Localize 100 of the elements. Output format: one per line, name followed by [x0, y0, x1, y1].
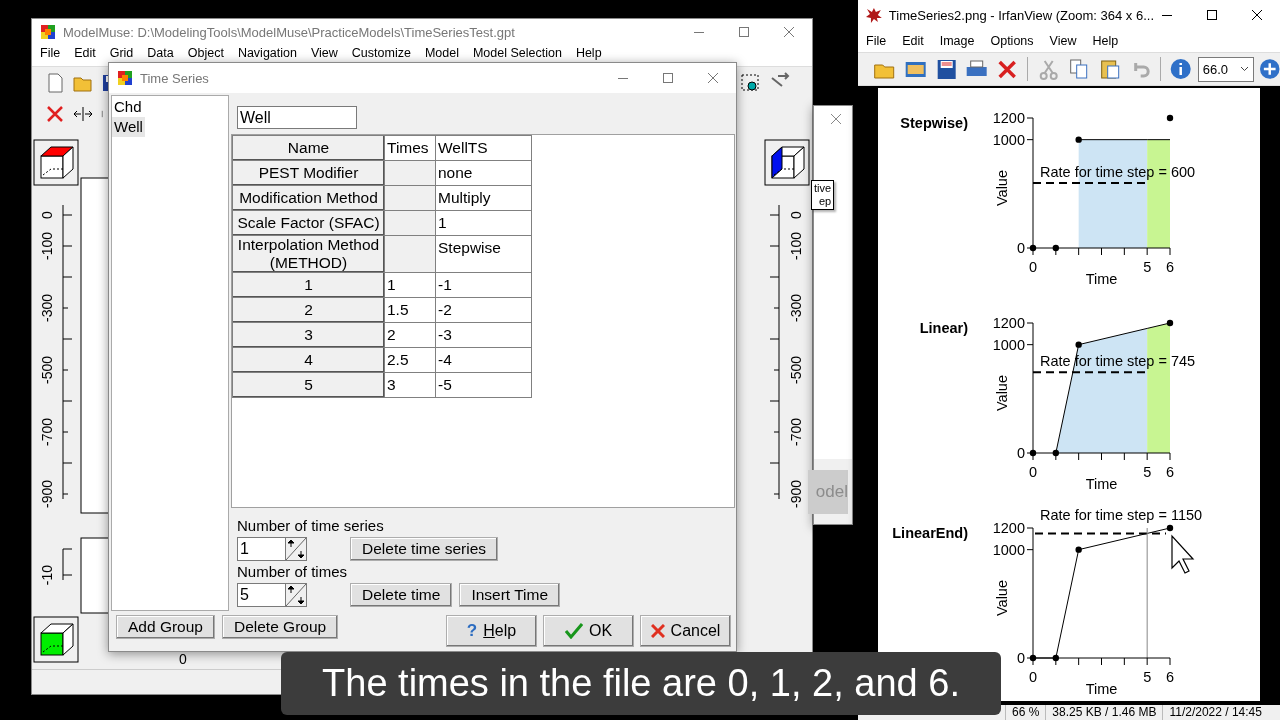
ruler-label: -500: [39, 356, 55, 384]
app-icon: [40, 24, 56, 40]
menu-item[interactable]: File: [40, 46, 61, 60]
window-title: ModelMuse: D:\ModelingTools\ModelMuse\PracticeModels\TimeSeriesTest.gpt: [63, 24, 516, 40]
tick-label: 1200: [992, 520, 1025, 536]
ruler-scale: [62, 548, 73, 581]
data-point: [1166, 114, 1174, 122]
spin-icon[interactable]: [285, 537, 307, 561]
data-point: [1029, 449, 1037, 457]
ruler-label: -10: [39, 564, 55, 586]
data-point: [1075, 136, 1082, 143]
menu-item[interactable]: Edit: [74, 46, 96, 60]
data-point: [1166, 319, 1174, 327]
menu-item[interactable]: View: [1041, 34, 1085, 48]
data-point: [1166, 524, 1174, 532]
group-button[interactable]: Delete Group: [221, 615, 339, 639]
rate-label: Rate for time step = 600: [1040, 164, 1196, 180]
tooltip: tive ep: [811, 180, 835, 210]
insert-time-button[interactable]: Insert Time: [459, 583, 561, 607]
cancel-icon: [650, 624, 665, 638]
table-cell: -4: [436, 348, 531, 372]
column-header: WellTS: [436, 136, 531, 160]
menu-item[interactable]: Image: [931, 34, 983, 48]
tick-label: 0: [1016, 240, 1025, 256]
table-cell: -3: [436, 323, 531, 347]
info-icon[interactable]: [1169, 58, 1193, 80]
group-button[interactable]: Add Group: [116, 615, 215, 639]
menu-item[interactable]: Edit: [894, 34, 932, 48]
ruler-label: -900: [788, 480, 804, 508]
count-field[interactable]: 1: [237, 537, 285, 561]
check-icon: [564, 623, 583, 639]
menu-item[interactable]: Model Selection: [472, 46, 562, 60]
table-cell: -5: [436, 373, 531, 397]
menu-item[interactable]: Grid: [109, 46, 134, 60]
tick-label: 5: [1143, 669, 1152, 685]
list-item[interactable]: Chd: [112, 97, 144, 117]
close-icon[interactable]: [1251, 9, 1263, 21]
table-cell: 2: [385, 323, 435, 347]
ok-button[interactable]: OK: [543, 615, 634, 647]
row-header: 2: [233, 298, 384, 322]
cancel-button[interactable]: Cancel: [640, 615, 731, 647]
data-point: [1029, 244, 1037, 252]
tick-label: 6: [1165, 464, 1175, 480]
cube-icon[interactable]: [33, 139, 79, 186]
status-text: 66 %: [1005, 705, 1046, 720]
list-item[interactable]: Well: [112, 117, 145, 137]
help-button[interactable]: ? Help: [446, 615, 537, 647]
delete-series-button[interactable]: Delete time series: [350, 537, 499, 561]
delete-time-button[interactable]: Delete time: [350, 583, 453, 607]
axis-label: 0: [179, 651, 187, 667]
ruler-label: 0: [788, 211, 804, 219]
row-header: 4: [233, 348, 384, 372]
cube-icon[interactable]: [764, 139, 810, 186]
data-point: [1029, 654, 1037, 662]
status-text: 38.25 KB / 1.46 MB: [1045, 705, 1163, 720]
tick-label: 0: [1028, 259, 1038, 275]
count-field[interactable]: 5: [237, 583, 285, 607]
table-cell: 3: [385, 373, 435, 397]
table-cell: [385, 186, 435, 210]
tick-label: 1000: [992, 541, 1025, 558]
splat-icon: [866, 7, 882, 23]
zoom-dropdown[interactable]: 66.0: [1197, 56, 1254, 82]
tick-label: 0: [1016, 445, 1025, 461]
menu-item[interactable]: View: [310, 46, 338, 60]
row-header: 5: [233, 373, 384, 397]
column-header: Times: [385, 136, 435, 160]
row-header: Modification Method: [233, 186, 384, 210]
window-title: TimeSeries2.png - IrfanView (Zoom: 364 x 6...: [888, 7, 1154, 23]
ruler-label: -100: [788, 232, 804, 260]
zoom-in-icon[interactable]: [1258, 58, 1280, 80]
row-header: Scale Factor (SFAC): [233, 211, 384, 235]
table-cell: 1: [385, 273, 435, 297]
name-field[interactable]: Well: [237, 106, 357, 129]
rate-label: Rate for time step = 745: [1040, 353, 1196, 370]
menu-item[interactable]: Customize: [351, 46, 411, 60]
status-text: 11/2/2022 / 14:45: [1162, 705, 1268, 720]
tick-label: 6: [1165, 259, 1175, 275]
ruler-label: -900: [39, 480, 55, 508]
spin-icon[interactable]: [285, 583, 307, 607]
ruler-label: -100: [39, 232, 55, 260]
menu-item[interactable]: Model: [424, 46, 459, 60]
menu-item[interactable]: Object: [187, 46, 224, 60]
data-point: [1052, 449, 1060, 457]
menu-item[interactable]: Navigation: [237, 46, 297, 60]
chart-title: Stepwise): [900, 115, 968, 131]
app-icon: [117, 70, 133, 86]
menu-item[interactable]: Data: [147, 46, 174, 60]
menu-item[interactable]: Help: [1084, 34, 1127, 48]
menu-item[interactable]: Help: [575, 46, 602, 60]
cursor-icon: [1170, 534, 1196, 576]
menu-item[interactable]: File: [858, 34, 895, 48]
maximize-icon[interactable]: [1206, 9, 1218, 21]
cube-icon[interactable]: [33, 616, 79, 663]
row-header: Interpolation Method (METHOD): [233, 236, 384, 272]
table-cell: [385, 236, 435, 272]
tick-label: 5: [1143, 259, 1152, 275]
table-cell: 2.5: [385, 348, 435, 372]
menu-item[interactable]: Options: [982, 34, 1042, 48]
tick-label: 6: [1165, 669, 1175, 685]
table-cell: 1: [436, 211, 531, 235]
